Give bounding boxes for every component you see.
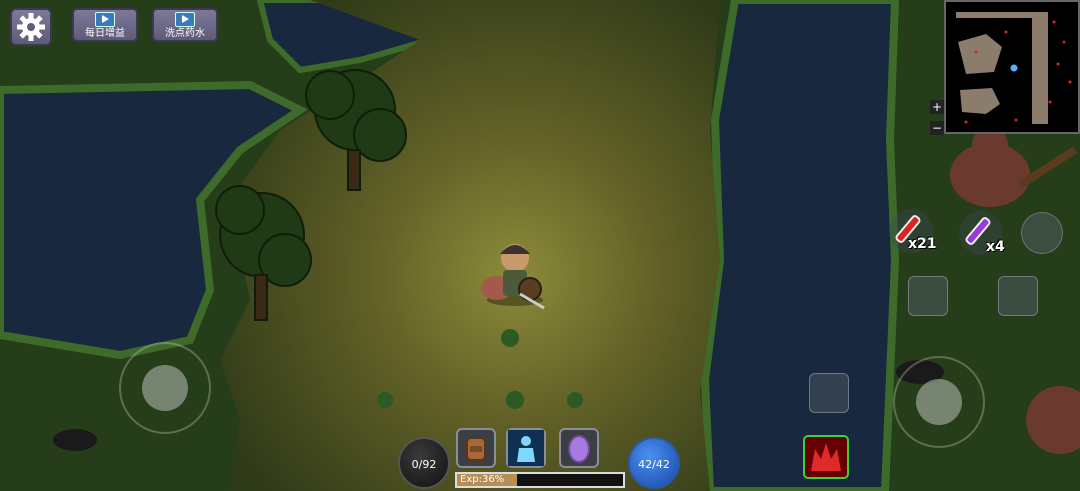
empty-skill-slot[interactable] xyxy=(908,276,948,316)
character-icon xyxy=(508,430,544,466)
mana-text: 42/42 xyxy=(638,458,670,471)
health-orb: 0/92 xyxy=(398,437,450,489)
character-button[interactable] xyxy=(506,428,546,468)
minimap-zoom-out-button[interactable]: − xyxy=(930,121,944,135)
minimap-view xyxy=(946,2,1078,132)
demon-claw-icon xyxy=(811,443,841,471)
rat-enemy xyxy=(53,429,97,451)
mana-orb: 42/42 xyxy=(628,437,680,489)
minimap[interactable] xyxy=(944,0,1080,134)
experience-bar: Exp:36% xyxy=(455,472,625,488)
respec-potion-button[interactable]: 洗点药水 xyxy=(152,8,218,42)
backpack-icon xyxy=(466,437,486,461)
attack-joystick[interactable] xyxy=(893,356,985,448)
gear-icon xyxy=(17,13,45,41)
video-ad-icon xyxy=(175,12,195,27)
video-ad-icon xyxy=(95,12,115,27)
minimap-zoom-in-button[interactable]: + xyxy=(930,100,944,114)
empty-skill-slot[interactable] xyxy=(809,373,849,413)
move-joystick-knob[interactable] xyxy=(142,365,188,411)
empty-skill-slot[interactable] xyxy=(998,276,1038,316)
daily-bonus-label: 每日增益 xyxy=(85,28,125,39)
pet-egg-icon xyxy=(568,435,590,463)
health-text: 0/92 xyxy=(411,458,437,471)
move-joystick[interactable] xyxy=(119,342,211,434)
health-potion-count: x21 xyxy=(908,236,937,252)
mana-potion-count: x4 xyxy=(986,239,1005,255)
empty-quick-slot[interactable] xyxy=(1021,212,1063,254)
respec-potion-label: 洗点药水 xyxy=(165,28,205,39)
experience-text: Exp:36% xyxy=(460,474,505,485)
daily-bonus-button[interactable]: 每日增益 xyxy=(72,8,138,42)
special-skill-button[interactable] xyxy=(803,435,849,479)
attack-joystick-knob[interactable] xyxy=(916,379,962,425)
pet-egg-button[interactable] xyxy=(559,428,599,468)
inventory-button[interactable] xyxy=(456,428,496,468)
right-river xyxy=(700,0,900,491)
settings-button[interactable] xyxy=(10,8,52,46)
